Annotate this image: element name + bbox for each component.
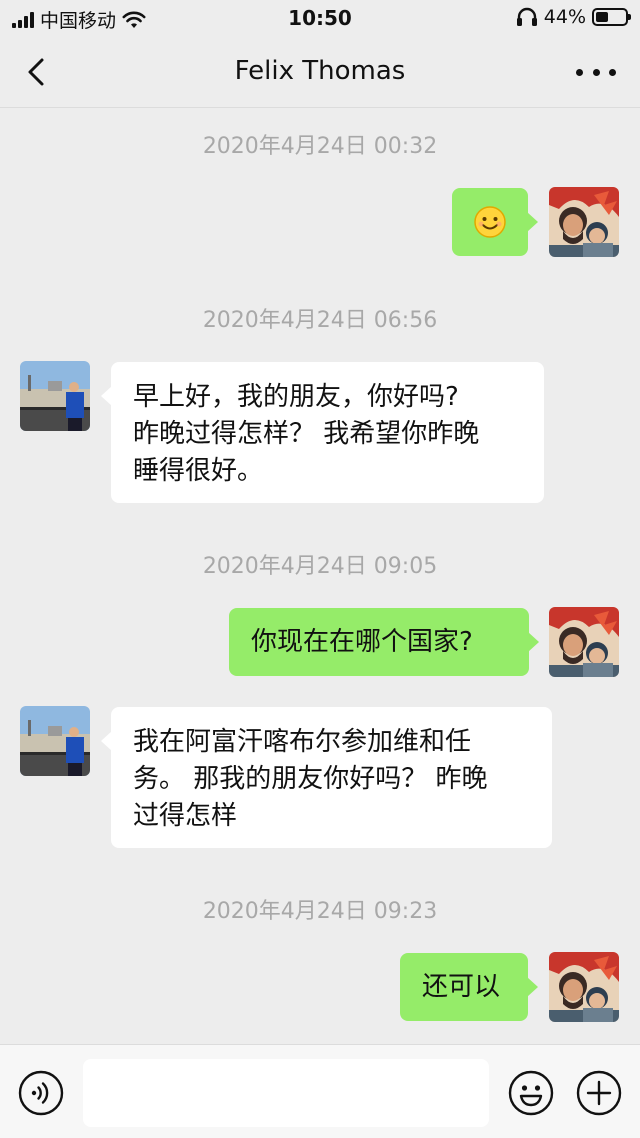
my-avatar[interactable] xyxy=(549,952,619,1022)
message-line: 过得怎样 xyxy=(133,801,238,831)
sent-message-bubble[interactable]: 你现在在哪个国家? xyxy=(229,608,539,676)
message-input[interactable] xyxy=(83,1059,489,1127)
my-avatar[interactable] xyxy=(549,187,619,257)
voice-icon[interactable] xyxy=(18,1070,64,1116)
emoji-icon[interactable] xyxy=(508,1070,554,1116)
chat-title: Felix Thomas xyxy=(234,56,406,86)
status-right: 44% xyxy=(516,6,631,28)
message-text: 你现在在哪个国家? xyxy=(251,626,473,657)
plus-icon[interactable] xyxy=(576,1070,622,1116)
received-message-bubble[interactable]: 我在阿富汗喀布尔参加维和任 务。 那我的朋友你好吗？ 昨晚 过得怎样 xyxy=(101,707,552,848)
message-timestamp: 2020年4月24日 06:56 xyxy=(202,308,438,333)
headphones-icon xyxy=(516,7,537,26)
message-timestamp: 2020年4月24日 09:05 xyxy=(202,554,438,579)
received-message-bubble[interactable]: 早上好，我的朋友，你好吗? 昨晚过得怎样？ 我希望你昨晚 睡得很好。 xyxy=(101,362,544,503)
sent-message-bubble[interactable]: 还可以 xyxy=(400,953,538,1021)
message-text: 还可以 xyxy=(422,971,501,1002)
message-line: 昨晚过得怎样？ 我希望你昨晚 xyxy=(133,419,480,449)
message-timestamp: 2020年4月24日 09:23 xyxy=(202,899,438,924)
more-dots-icon[interactable] xyxy=(576,58,616,86)
sent-message-bubble[interactable] xyxy=(452,188,538,256)
message-line: 早上好，我的朋友，你好吗? xyxy=(133,382,459,412)
message-timestamp: 2020年4月24日 00:32 xyxy=(202,134,438,159)
nav-bar: Felix Thomas xyxy=(0,36,640,108)
contact-avatar[interactable] xyxy=(20,706,90,776)
message-line: 睡得很好。 xyxy=(133,456,264,486)
message-line: 务。 那我的朋友你好吗？ 昨晚 xyxy=(133,764,488,794)
input-bar xyxy=(0,1044,640,1138)
battery-icon xyxy=(592,8,631,26)
message-line: 我在阿富汗喀布尔参加维和任 xyxy=(133,727,472,757)
status-bar: 中国移动 10:50 44% xyxy=(0,0,640,36)
my-avatar[interactable] xyxy=(549,607,619,677)
contact-avatar[interactable] xyxy=(20,361,90,431)
smiling-face-emoji xyxy=(474,206,506,238)
battery-percent: 44% xyxy=(543,6,586,28)
